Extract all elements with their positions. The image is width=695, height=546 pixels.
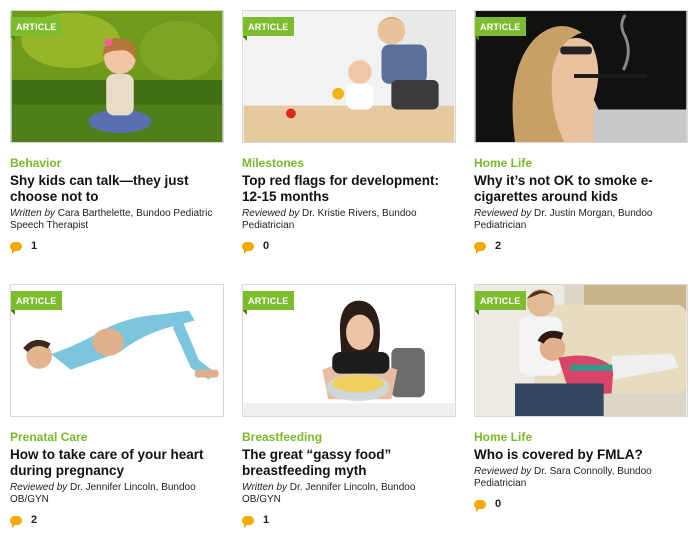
comment-bubble-icon [474,241,486,254]
article-thumbnail[interactable]: ARTICLE [242,10,456,143]
article-title[interactable]: The great “gassy food” breastfeeding myt… [242,447,456,479]
byline-prefix: Written by [10,208,56,219]
comment-bubble-icon [242,515,254,528]
comment-bubble-icon [10,515,22,528]
comment-count[interactable]: 1 [242,514,456,528]
article-category[interactable]: Breastfeeding [242,430,456,444]
article-title[interactable]: Why it’s not OK to smoke e-cigarettes ar… [474,173,688,205]
comment-count-value: 2 [495,240,502,252]
article-byline: Written by Dr. Jennifer Lincoln, Bundoo … [242,482,456,506]
comment-count-value: 0 [495,498,502,510]
article-badge: ARTICLE [243,17,295,41]
article-card: ARTICLE Breastfeeding The great “gassy f… [242,284,456,528]
byline-prefix: Reviewed by [242,208,300,219]
article-byline: Reviewed by Dr. Jennifer Lincoln, Bundoo… [10,482,224,506]
article-category[interactable]: Milestones [242,156,456,170]
article-category[interactable]: Home Life [474,156,688,170]
article-thumbnail[interactable]: ARTICLE [474,284,688,417]
comment-count[interactable]: 2 [474,240,688,254]
comment-count[interactable]: 1 [10,240,224,254]
article-card: ARTICLE Milestones Top red flags for dev… [242,10,456,254]
comment-count-value: 1 [31,240,38,252]
article-thumbnail[interactable]: ARTICLE [474,10,688,143]
article-badge: ARTICLE [11,291,63,315]
byline-prefix: Written by [242,482,288,493]
comment-count-value: 2 [31,514,38,526]
article-title[interactable]: Shy kids can talk—they just choose not t… [10,173,224,205]
article-badge: ARTICLE [475,291,527,315]
article-byline: Reviewed by Dr. Justin Morgan, Bundoo Pe… [474,208,688,232]
article-badge: ARTICLE [243,291,295,315]
article-title[interactable]: Top red flags for development: 12-15 mon… [242,173,456,205]
article-byline: Reviewed by Dr. Sara Connolly, Bundoo Pe… [474,466,688,490]
article-card: ARTICLE Home Life Who is covered by FMLA… [474,284,688,512]
article-title[interactable]: Who is covered by FMLA? [474,447,688,463]
article-category[interactable]: Behavior [10,156,224,170]
article-card: ARTICLE Prenatal Care How to take care o… [10,284,224,528]
article-card: ARTICLE Behavior Shy kids can talk—they … [10,10,224,254]
article-category[interactable]: Prenatal Care [10,430,224,444]
byline-prefix: Reviewed by [474,466,532,477]
article-badge: ARTICLE [11,17,63,41]
article-byline: Written by Cara Barthelette, Bundoo Pedi… [10,208,224,232]
article-byline: Reviewed by Dr. Kristie Rivers, Bundoo P… [242,208,456,232]
comment-count-value: 1 [263,514,270,526]
comment-count[interactable]: 2 [10,514,224,528]
comment-count-value: 0 [263,240,270,252]
article-card: ARTICLE Home Life Why it’s not OK to smo… [474,10,688,254]
comment-count[interactable]: 0 [242,240,456,254]
article-thumbnail[interactable]: ARTICLE [10,284,224,417]
comment-bubble-icon [474,499,486,512]
byline-prefix: Reviewed by [10,482,68,493]
article-title[interactable]: How to take care of your heart during pr… [10,447,224,479]
article-category[interactable]: Home Life [474,430,688,444]
article-thumbnail[interactable]: ARTICLE [242,284,456,417]
article-thumbnail[interactable]: ARTICLE [10,10,224,143]
comment-bubble-icon [242,241,254,254]
comment-bubble-icon [10,241,22,254]
byline-prefix: Reviewed by [474,208,532,219]
article-badge: ARTICLE [475,17,527,41]
comment-count[interactable]: 0 [474,498,688,512]
